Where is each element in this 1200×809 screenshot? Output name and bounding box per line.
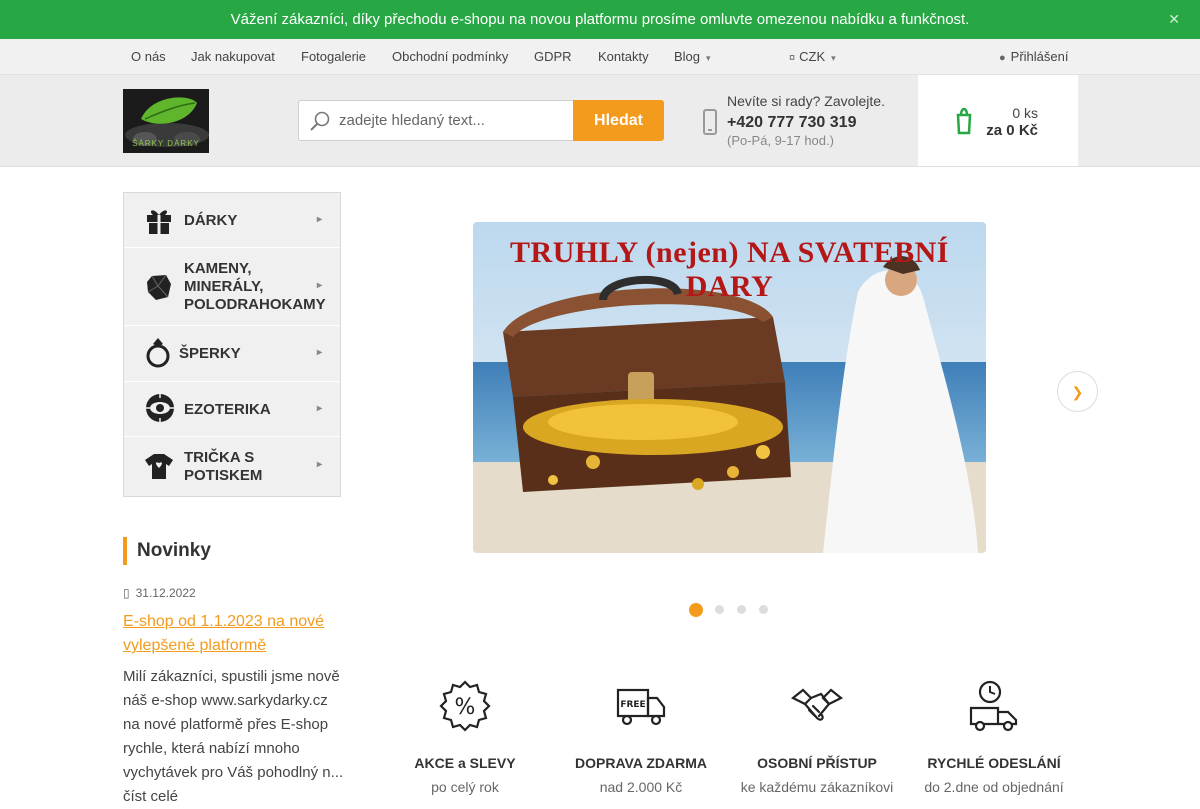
chevron-right-icon: ▸ [316,214,322,225]
cart-price: za 0 Kč [986,122,1038,139]
close-icon[interactable]: ✕ [1168,0,1180,39]
slider-dot-2[interactable] [715,605,724,614]
chevron-right-icon: ▸ [316,280,322,291]
hero-banner[interactable]: TRUHLY (nejen) NA SVATEBNÍ DARY [473,222,986,553]
category-label: KAMENY, MINERÁLY, POLODRAHOKAMY [184,260,326,313]
feature-subtitle: ke každému zákazníkovi [740,779,894,795]
category-item-ezoterika[interactable]: EZOTERIKA ▸ [124,382,340,437]
login-link[interactable]: ● Přihlášení [999,49,1068,64]
nav-link-jak-nakupovat[interactable]: Jak nakupovat [191,49,275,64]
feature-sales: % AKCE a SLEVY po celý rok [375,680,555,795]
news-title-link[interactable]: E-shop od 1.1.2023 na nové vylepšené pla… [123,610,343,658]
feature-title: AKCE a SLEVY [414,755,516,771]
help-text: Nevíte si rady? Zavolejte. [727,93,885,109]
category-item-tricka[interactable]: TRIČKA S POTISKEM ▸ [124,437,340,496]
news-heading: Novinky [123,537,211,565]
chevron-down-icon: ▾ [831,53,836,63]
news-date-value: 31.12.2022 [135,586,196,600]
nav-link-kontakty[interactable]: Kontakty [598,49,649,64]
chevron-right-icon: ▸ [316,403,322,414]
search-box [298,100,574,141]
fast-shipping-icon [904,680,1084,737]
feature-title: OSOBNÍ PŘÍSTUP [757,755,877,771]
category-label: TRIČKA S POTISKEM [184,449,263,484]
esoteric-symbol-icon [144,392,176,428]
feature-subtitle: nad 2.000 Kč [599,779,683,795]
category-label: ŠPERKY [179,345,241,362]
free-delivery-truck-icon: FREE [551,680,731,737]
currency-value: CZK [799,49,826,64]
stone-icon [144,272,174,306]
slider-dot-3[interactable] [737,605,746,614]
feature-fast-shipping: RYCHLÉ ODESLÁNÍ do 2.dne od objednání [904,680,1084,795]
site-header: ŠÁRKY DÁRKY Hledat Nevíte si rady? Zavol… [0,75,1200,167]
announcement-bar: Vážení zákazníci, díky přechodu e-shopu … [0,0,1200,39]
nav-link-obchodni-podminky[interactable]: Obchodní podmínky [392,49,508,64]
feature-title: DOPRAVA ZDARMA [575,755,707,771]
feature-subtitle: do 2.dne od objednání [924,779,1064,795]
feature-free-shipping: FREE DOPRAVA ZDARMA nad 2.000 Kč [551,680,731,795]
phone-number[interactable]: +420 777 730 319 [727,114,856,132]
slider-dot-1[interactable] [689,603,703,617]
nav-link-blog-label: Blog [674,49,701,64]
feature-personal-approach: OSOBNÍ PŘÍSTUP ke každému zákazníkovi [727,680,907,795]
login-label: Přihlášení [1010,49,1069,64]
ring-icon [144,337,172,373]
news-excerpt: Milí zákazníci, spustili jsme nově náš e… [123,668,344,805]
feature-title: RYCHLÉ ODESLÁNÍ [927,755,1061,771]
category-menu: DÁRKY ▸ KAMENY, MINERÁLY, POLODRAHOKAMY … [123,192,341,497]
banner-title: TRUHLY (nejen) NA SVATEBNÍ DARY [510,236,949,303]
chevron-right-icon: ▸ [316,347,322,358]
cart-quantity: 0 ks [1012,105,1038,121]
percent-badge-icon: % [375,680,555,737]
slider-dot-4[interactable] [759,605,768,614]
nav-link-gdpr[interactable]: GDPR [534,49,572,64]
opening-hours: (Po-Pá, 9-17 hod.) [727,133,834,148]
search-input[interactable] [339,101,569,140]
chevron-right-icon: ▸ [316,459,322,470]
svg-text:%: % [455,695,476,720]
logo-text: ŠÁRKY DÁRKY [132,139,200,148]
search-icon [309,110,331,137]
category-item-darky[interactable]: DÁRKY ▸ [124,193,340,248]
top-navigation: O nás Jak nakupovat Fotogalerie Obchodní… [0,39,1200,75]
svg-text:FREE: FREE [620,700,645,710]
cart-widget[interactable]: 0 ks za 0 Kč [918,75,1078,166]
feature-subtitle: po celý rok [431,779,499,795]
category-item-kameny[interactable]: KAMENY, MINERÁLY, POLODRAHOKAMY ▸ [124,248,340,326]
search-button[interactable]: Hledat [573,100,664,141]
user-icon: ● [999,52,1006,64]
category-label: DÁRKY [184,212,238,229]
handshake-icon [727,680,907,737]
chevron-right-icon: ❯ [1071,384,1084,400]
site-logo[interactable]: ŠÁRKY DÁRKY [123,89,209,153]
shopping-bag-icon [956,103,972,140]
currency-select[interactable]: ¤ CZK ▾ [789,49,836,64]
slider-next-button[interactable]: ❯ [1057,371,1098,412]
announcement-text: Vážení zákazníci, díky přechodu e-shopu … [230,11,970,28]
phone-icon [703,109,717,135]
category-item-sperky[interactable]: ŠPERKY ▸ [124,326,340,382]
gift-icon [144,205,174,239]
news-date: ▯ 31.12.2022 [123,586,196,600]
calendar-icon: ▯ [123,586,130,600]
chevron-down-icon: ▾ [706,53,711,63]
tshirt-icon [144,452,174,484]
nav-link-o-nas[interactable]: O nás [131,49,166,64]
nav-link-blog[interactable]: Blog ▾ [674,49,711,64]
category-label: EZOTERIKA [184,401,271,418]
nav-link-fotogalerie[interactable]: Fotogalerie [301,49,366,64]
currency-icon: ¤ [789,52,796,64]
